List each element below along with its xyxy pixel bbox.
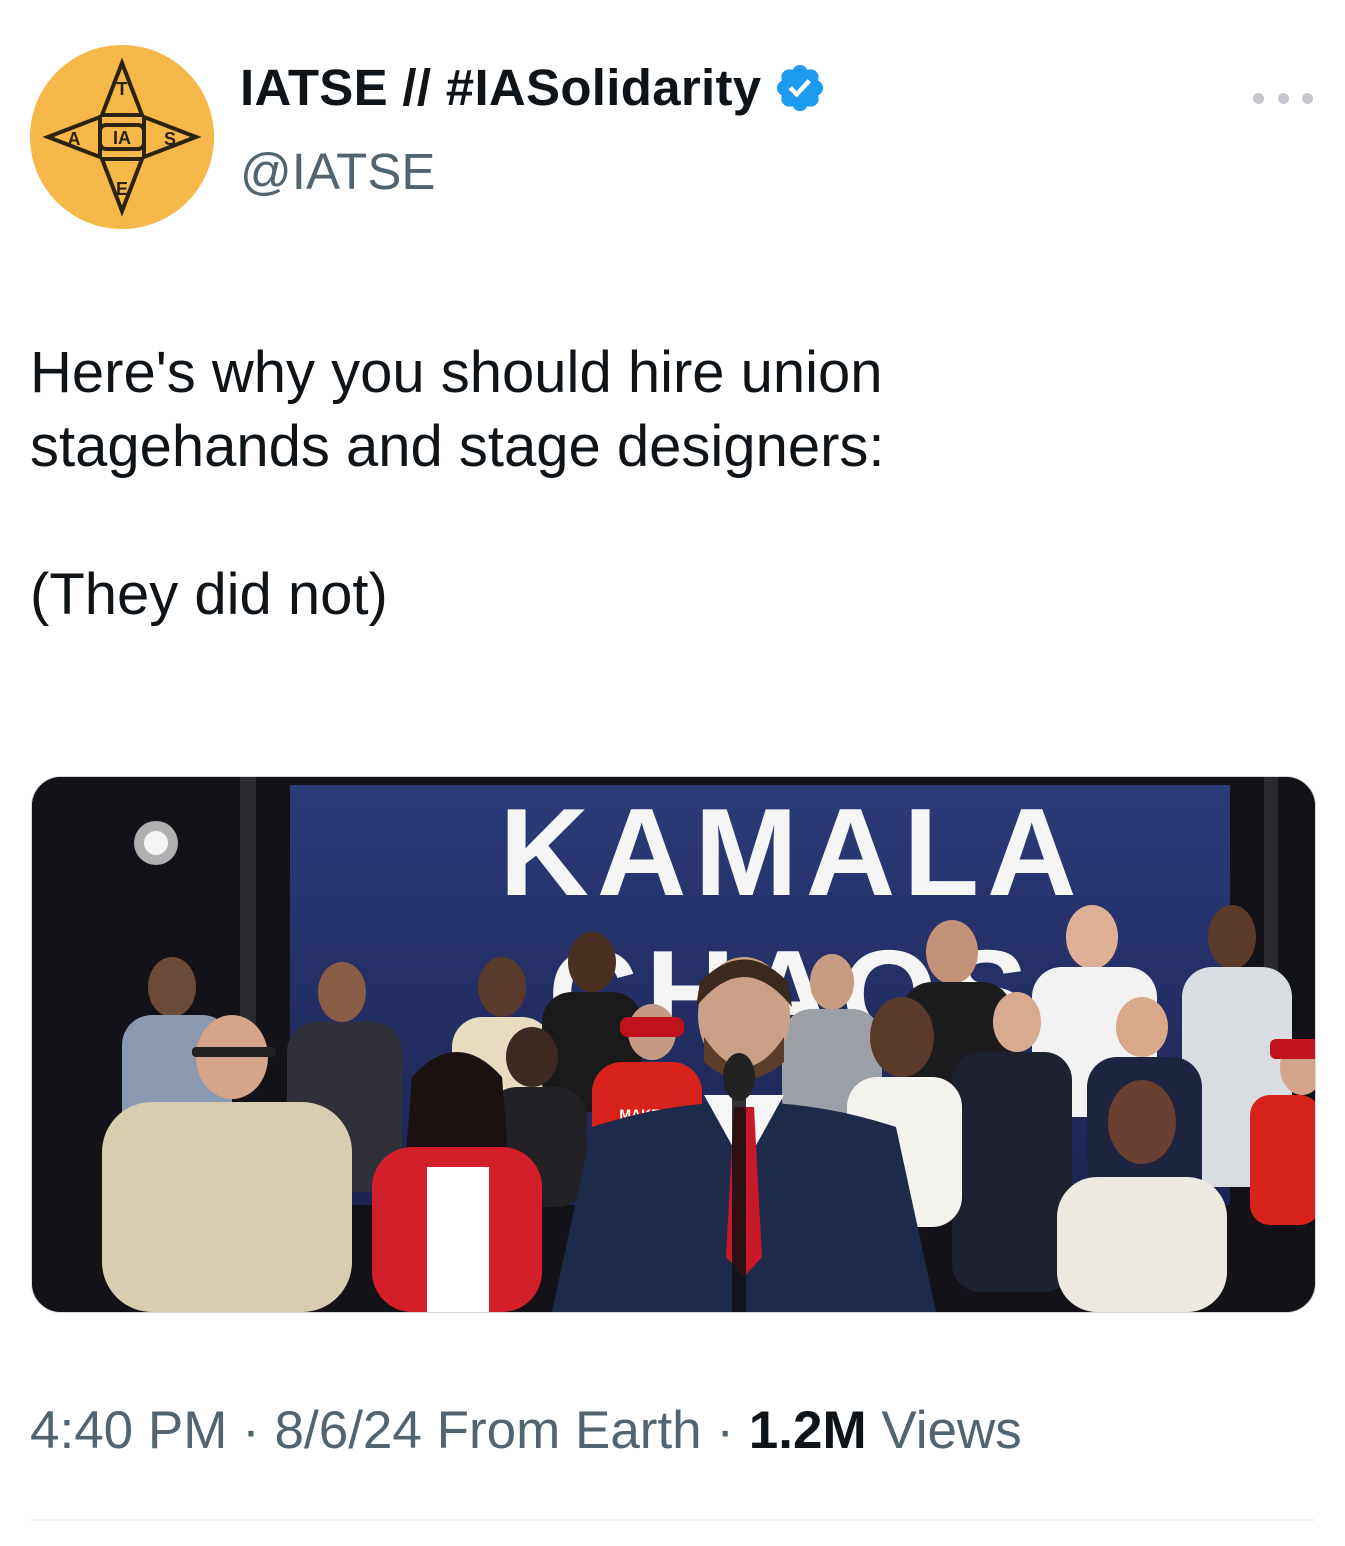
tweet-meta: 4:40 PM · 8/6/24 From Earth · 1.2M Views (30, 1400, 1022, 1461)
rally-photo: KAMALA CHAOS MAKE (32, 777, 1315, 1312)
views-count: 1.2M (748, 1401, 867, 1460)
svg-text:S: S (164, 129, 176, 149)
tweet-text-line: Here's why you should hire union (30, 340, 883, 405)
more-dot (1302, 92, 1313, 104)
tweet-text: Here's why you should hire union stageha… (30, 336, 1300, 632)
svg-text:E: E (116, 179, 128, 199)
svg-text:A: A (68, 129, 81, 149)
tweet-time[interactable]: 4:40 PM (30, 1401, 227, 1460)
meta-separator: · (716, 1401, 735, 1460)
tweet-text-spacer (30, 484, 1300, 558)
tweet-text-line: (They did not) (30, 562, 388, 627)
tweet-text-line: stagehands and stage designers: (30, 414, 885, 479)
more-options-icon[interactable] (1253, 80, 1313, 116)
more-dot (1253, 92, 1264, 104)
divider (30, 1519, 1315, 1521)
views-label: Views (881, 1401, 1022, 1460)
banner-text: KAMALA (499, 784, 1084, 922)
author-name-row[interactable]: IATSE // #IASolidarity (240, 58, 827, 117)
verified-badge-icon (777, 64, 824, 111)
author-display-name[interactable]: IATSE // #IASolidarity (240, 58, 761, 117)
svg-text:T: T (117, 79, 128, 99)
author-handle[interactable]: @IATSE (240, 142, 435, 201)
meta-separator: · (242, 1401, 260, 1460)
iatse-logo-icon: T S E A IA (30, 45, 214, 229)
author-avatar[interactable]: T S E A IA (30, 45, 214, 229)
avatar-logo-text: IA (113, 128, 131, 148)
more-dot (1277, 92, 1289, 104)
tweet-media-image[interactable]: KAMALA CHAOS MAKE (31, 776, 1316, 1313)
tweet-date-source[interactable]: 8/6/24 From Earth (275, 1401, 702, 1460)
